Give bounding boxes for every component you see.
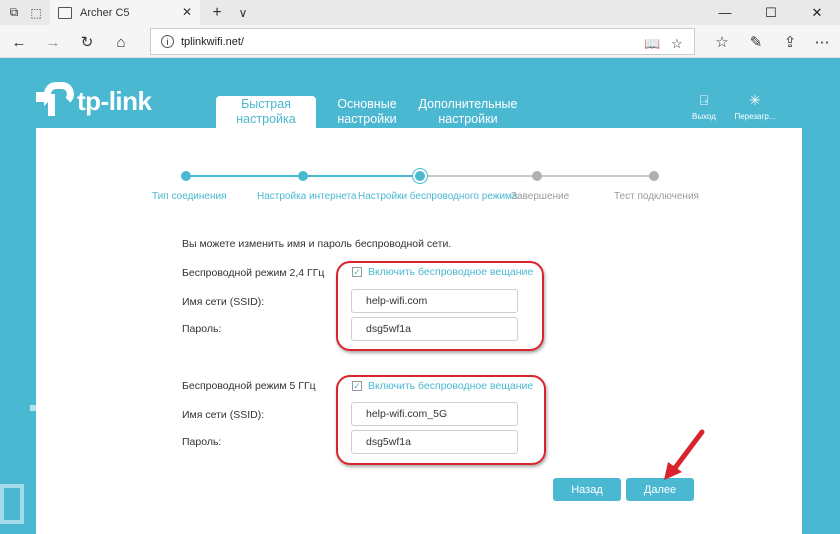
red-arrow-annotation: [664, 429, 705, 480]
reboot-button[interactable]: ✳ Перезагр...: [730, 92, 780, 121]
favorite-star-icon[interactable]: ☆: [671, 36, 683, 52]
logo-text: tp-link: [77, 85, 152, 116]
tab-quick-setup[interactable]: Быстрая настройка: [216, 96, 316, 128]
back-button[interactable]: Назад: [553, 478, 621, 501]
back-arrow-icon[interactable]: ←: [8, 31, 30, 53]
tab-set-aside-icon[interactable]: ⧉: [4, 0, 24, 25]
tab-menu-button[interactable]: ∨: [232, 0, 254, 25]
annotate-pen-icon[interactable]: ✎: [745, 31, 767, 53]
step-dot-test: [649, 171, 659, 181]
logout-icon: ⍈: [699, 92, 709, 108]
band5-ssid-label: Имя сети (SSID):: [182, 409, 265, 421]
band24-label: Беспроводной режим 2,4 ГГц: [182, 267, 325, 279]
step-dot-internet: [298, 171, 308, 181]
browser-titlebar: ⧉ ⬚ Archer C5 ✕ + ∨ — ☐ ✕: [0, 0, 840, 25]
logout-label: Выход: [692, 112, 716, 121]
close-window-icon[interactable]: ✕: [794, 0, 840, 25]
band5-label: Беспроводной режим 5 ГГц: [182, 380, 316, 392]
refresh-icon[interactable]: ↻: [76, 31, 98, 53]
band5-password-label: Пароль:: [182, 436, 222, 448]
page-favicon-icon: [58, 6, 72, 19]
intro-text: Вы можете изменить имя и пароль беспрово…: [182, 238, 452, 250]
more-menu-icon[interactable]: ⋯: [811, 31, 833, 53]
reboot-label: Перезагр...: [734, 112, 776, 121]
tp-link-logo-icon: [36, 82, 74, 120]
decorative-frame: [0, 484, 24, 524]
close-tab-icon[interactable]: ✕: [182, 5, 192, 19]
minimize-icon[interactable]: —: [702, 0, 748, 25]
tab-title: Archer C5: [80, 6, 130, 19]
red-highlight-annotation: [336, 375, 546, 465]
step-dot-wireless: [415, 171, 425, 181]
step-label-connection-type: Тип соединения: [152, 191, 227, 202]
tab-advanced-settings[interactable]: Дополнительные настройки: [414, 96, 522, 128]
page-scrollbar[interactable]: [830, 128, 840, 534]
reboot-spinner-icon: ✳: [749, 92, 761, 108]
setup-progress-stepper: Тип соединения Настройка интернета Настр…: [150, 170, 710, 210]
address-bar[interactable]: i tplinkwifi.net/ 📖 ☆: [150, 28, 695, 55]
band24-password-label: Пароль:: [182, 323, 222, 335]
share-icon[interactable]: ⇪: [779, 31, 801, 53]
url-text: tplinkwifi.net/: [181, 35, 244, 48]
band24-ssid-label: Имя сети (SSID):: [182, 296, 265, 308]
step-label-internet: Настройка интернета: [257, 191, 357, 202]
tp-link-logo[interactable]: tp-link: [36, 82, 152, 120]
home-icon[interactable]: ⌂: [110, 31, 132, 53]
step-label-wireless: Настройки беспроводного режима: [358, 191, 518, 202]
tab-basic-settings[interactable]: Основные настройки: [330, 96, 404, 128]
favorites-hub-icon[interactable]: ☆: [711, 31, 733, 53]
red-highlight-annotation: [336, 261, 544, 351]
reading-view-icon[interactable]: 📖: [644, 36, 660, 52]
browser-tab[interactable]: Archer C5 ✕: [50, 0, 200, 25]
step-dot-finish: [532, 171, 542, 181]
tab-preview-icon[interactable]: ⬚: [26, 0, 46, 25]
browser-toolbar: ← → ↻ ⌂ i tplinkwifi.net/ 📖 ☆ ☆ ✎ ⇪ ⋯: [0, 25, 840, 58]
step-label-finish: Завершение: [511, 191, 570, 202]
step-dot-connection-type: [181, 171, 191, 181]
site-info-icon[interactable]: i: [161, 35, 174, 48]
maximize-icon[interactable]: ☐: [748, 0, 794, 25]
new-tab-button[interactable]: +: [206, 0, 228, 25]
logout-button[interactable]: ⍈ Выход: [679, 92, 729, 121]
step-label-test: Тест подключения: [614, 191, 699, 202]
forward-arrow-icon[interactable]: →: [42, 31, 64, 53]
